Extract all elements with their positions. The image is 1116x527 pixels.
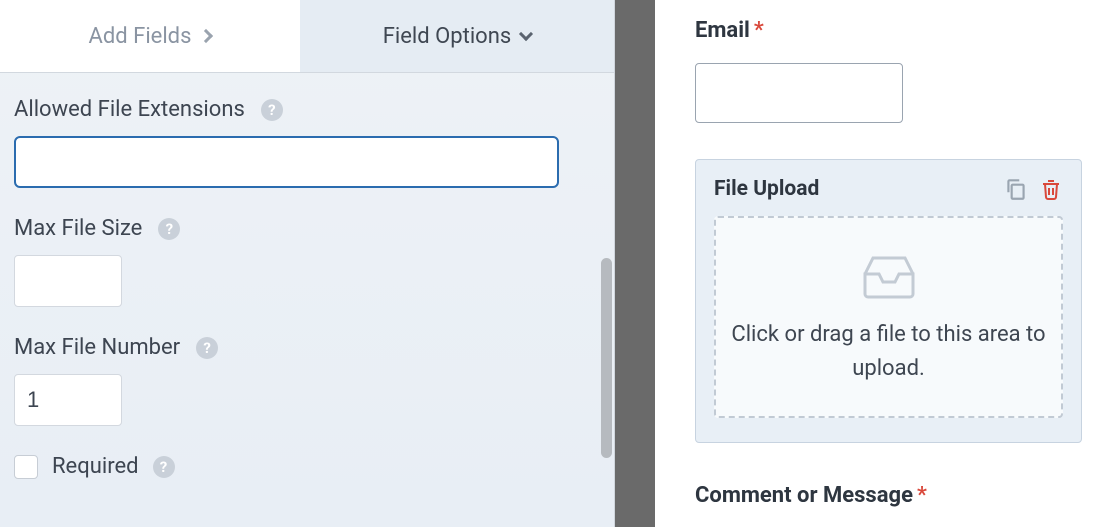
help-icon[interactable]: ? — [153, 456, 175, 478]
trash-icon[interactable] — [1039, 176, 1063, 202]
email-input[interactable] — [695, 63, 903, 123]
required-field: Required ? — [14, 454, 600, 479]
required-label: Required — [52, 454, 139, 479]
max-file-size-label: Max File Size — [14, 216, 142, 241]
chevron-down-icon — [519, 27, 533, 41]
inbox-icon — [859, 252, 919, 300]
max-file-number-field: Max File Number ? — [14, 335, 600, 426]
comment-label: Comment or Message — [695, 483, 913, 508]
file-upload-field-block[interactable]: File Upload — [695, 159, 1082, 443]
panel-divider — [615, 0, 655, 527]
dropzone-text: Click or drag a file to this area to upl… — [730, 318, 1047, 386]
max-file-size-field: Max File Size ? — [14, 216, 600, 307]
tab-add-fields-label: Add Fields — [89, 24, 192, 49]
form-preview-panel: Email* File Upload — [655, 0, 1116, 527]
scrollbar-thumb[interactable] — [601, 258, 612, 458]
max-file-number-label: Max File Number — [14, 335, 180, 360]
email-label: Email — [695, 18, 750, 43]
field-options-panel: Add Fields Field Options Allowed File Ex… — [0, 0, 615, 527]
max-file-number-input[interactable] — [14, 374, 122, 426]
allowed-extensions-field: Allowed File Extensions ? — [14, 97, 600, 188]
tab-field-options-label: Field Options — [383, 24, 511, 49]
help-icon[interactable]: ? — [158, 218, 180, 240]
tab-field-options[interactable]: Field Options — [300, 0, 614, 72]
panel-tabs: Add Fields Field Options — [0, 0, 614, 73]
chevron-right-icon — [199, 29, 213, 43]
help-icon[interactable]: ? — [261, 99, 283, 121]
tab-add-fields[interactable]: Add Fields — [0, 0, 300, 72]
max-file-size-input[interactable] — [14, 255, 122, 307]
file-upload-label: File Upload — [714, 177, 819, 201]
required-asterisk: * — [754, 18, 764, 43]
allowed-extensions-input[interactable] — [14, 136, 559, 188]
duplicate-icon[interactable] — [1003, 176, 1029, 202]
comment-field-block: Comment or Message* — [695, 483, 1082, 508]
file-dropzone[interactable]: Click or drag a file to this area to upl… — [714, 216, 1063, 418]
help-icon[interactable]: ? — [196, 337, 218, 359]
required-asterisk: * — [917, 483, 927, 508]
email-field-block: Email* — [695, 18, 1082, 123]
allowed-extensions-label: Allowed File Extensions — [14, 97, 245, 122]
required-checkbox[interactable] — [14, 455, 38, 479]
